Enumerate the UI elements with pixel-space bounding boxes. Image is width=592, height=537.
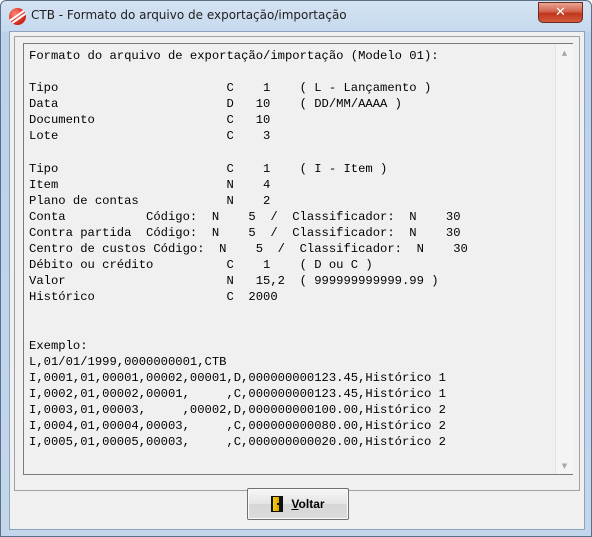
scroll-up-icon[interactable]: ▲ bbox=[556, 44, 573, 61]
memo-line bbox=[29, 64, 559, 80]
memo-line: Tipo C 1 ( L - Lançamento ) bbox=[29, 81, 432, 96]
scroll-down-icon[interactable]: ▼ bbox=[556, 457, 573, 474]
memo-line: Histórico C 2000 bbox=[29, 290, 278, 305]
memo-line: Formato do arquivo de exportação/importa… bbox=[29, 49, 439, 63]
memo-line: I,0002,01,00002,00001, ,C,000000000123.4… bbox=[29, 386, 446, 401]
memo-line: Item N 4 bbox=[29, 177, 271, 192]
memo-text: Formato do arquivo de exportação/importa… bbox=[26, 44, 559, 476]
close-icon: ✕ bbox=[555, 5, 566, 20]
memo-line: Conta Código: N 5 / Classificador: N 30 bbox=[29, 209, 461, 224]
memo-line: Data D 10 ( DD/MM/AAAA ) bbox=[29, 97, 402, 112]
memo-line: I,0003,01,00003, ,00002,D,000000000100.0… bbox=[29, 403, 446, 418]
memo-line: Lote C 3 bbox=[29, 129, 271, 144]
memo-line bbox=[29, 145, 559, 161]
content-panel: Formato do arquivo de exportação/importa… bbox=[14, 36, 580, 491]
memo-line: I,0001,01,00001,00002,00001,D,0000000001… bbox=[29, 370, 446, 385]
memo-line bbox=[29, 322, 559, 338]
window-title: CTB - Formato do arquivo de exportação/i… bbox=[31, 8, 347, 22]
memo-line: Contra partida Código: N 5 / Classificad… bbox=[29, 226, 461, 241]
exit-door-icon bbox=[271, 496, 284, 512]
voltar-button-label: Voltar bbox=[291, 497, 325, 511]
close-button[interactable]: ✕ bbox=[538, 2, 583, 23]
memo-line: Documento C 10 bbox=[29, 113, 271, 128]
memo-line: Exemplo: bbox=[29, 338, 88, 353]
title-bar[interactable]: CTB - Formato do arquivo de exportação/i… bbox=[1, 1, 591, 31]
memo-line: Valor N 15,2 ( 999999999999.99 ) bbox=[29, 274, 439, 289]
memo-line: I,0004,01,00004,00003, ,C,000000000080.0… bbox=[29, 419, 446, 434]
voltar-button[interactable]: Voltar bbox=[247, 488, 349, 520]
memo-line bbox=[29, 306, 559, 322]
button-bar: Voltar bbox=[10, 480, 584, 529]
memo-line: Plano de contas N 2 bbox=[29, 193, 271, 208]
memo-line: L,01/01/1999,0000000001,CTB bbox=[29, 354, 227, 369]
format-description-memo[interactable]: Formato do arquivo de exportação/importa… bbox=[23, 43, 573, 475]
memo-line: Tipo C 1 ( I - Item ) bbox=[29, 161, 388, 176]
dialog-window: CTB - Formato do arquivo de exportação/i… bbox=[0, 0, 592, 537]
memo-line: I,0005,01,00005,00003, ,C,000000000020.0… bbox=[29, 435, 446, 450]
memo-line: Centro de custos Código: N 5 / Classific… bbox=[29, 242, 468, 257]
vertical-scrollbar[interactable]: ▲ ▼ bbox=[555, 44, 573, 474]
memo-line: Débito ou crédito C 1 ( D ou C ) bbox=[29, 258, 373, 273]
app-logo-icon bbox=[9, 8, 26, 25]
dialog-client-area: Formato do arquivo de exportação/importa… bbox=[9, 31, 585, 530]
